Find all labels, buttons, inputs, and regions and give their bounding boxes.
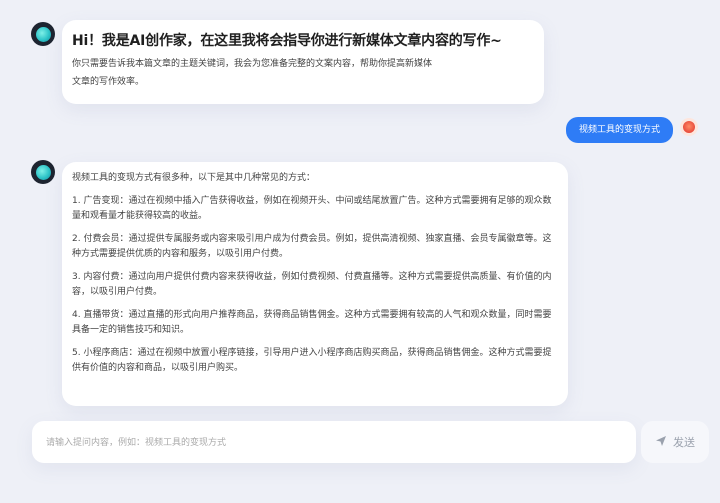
user-avatar — [680, 118, 698, 136]
answer-bubble: 视频工具的变现方式有很多种，以下是其中几种常见的方式： 1. 广告变现：通过在视… — [62, 162, 568, 406]
greeting-title: Hi！我是AI创作家，在这里我将会指导你进行新媒体文章内容的写作~ — [72, 33, 502, 49]
answer-point: 4. 直播带货：通过直播的形式向用户推荐商品，获得商品销售佣金。这种方式需要拥有… — [72, 310, 552, 335]
greeting-text: 你只需要告诉我本篇文章的主题关键词，我会为您准备完整的文案内容，帮助你提高新媒体… — [72, 55, 472, 91]
bot-avatar — [31, 160, 55, 184]
paper-plane-icon — [655, 435, 667, 450]
prompt-input[interactable] — [44, 421, 608, 465]
greeting-line: 你只需要告诉我本篇文章的主题关键词，我会为您准备完整的文案内容，帮助你提高新媒体 — [72, 59, 433, 69]
greeting-line: 文章的写作效率。 — [72, 77, 145, 87]
prompt-input-box — [32, 421, 636, 465]
answer-body: 视频工具的变现方式有很多种，以下是其中几种常见的方式： 1. 广告变现：通过在视… — [72, 171, 552, 384]
answer-point: 1. 广告变现：通过在视频中插入广告获得收益，例如在视频开头、中间或结尾放置广告… — [72, 196, 552, 221]
answer-point: 5. 小程序商店：通过在视频中放置小程序链接，引导用户进入小程序商店购买商品，获… — [72, 348, 552, 373]
user-message-bubble: 视频工具的变现方式 — [566, 117, 673, 143]
send-button-label: 发送 — [673, 436, 695, 449]
answer-intro: 视频工具的变现方式有很多种，以下是其中几种常见的方式： — [72, 173, 316, 183]
greeting-bubble: Hi！我是AI创作家，在这里我将会指导你进行新媒体文章内容的写作~ 你只需要告诉… — [62, 20, 544, 104]
bot-avatar — [31, 22, 55, 46]
send-button[interactable]: 发送 — [641, 421, 709, 463]
answer-point: 3. 内容付费：通过向用户提供付费内容来获得收益，例如付费视频、付费直播等。这种… — [72, 272, 552, 297]
answer-point: 2. 付费会员：通过提供专属服务或内容来吸引用户成为付费会员。例如，提供高清视频… — [72, 234, 552, 259]
